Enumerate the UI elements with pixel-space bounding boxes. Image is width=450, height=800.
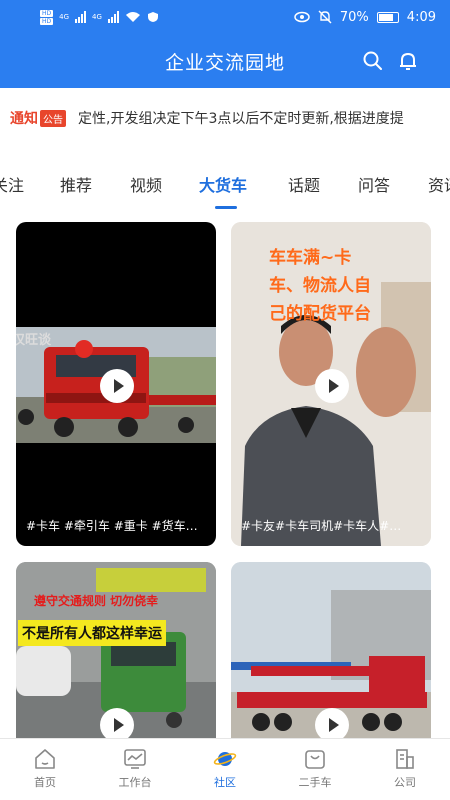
card-overlay-text: 车车满~卡 车、物流人自 己的配货平台	[269, 248, 371, 324]
battery-percent: 70%	[339, 9, 369, 25]
tab-topics[interactable]: 话题	[288, 172, 320, 196]
hd-badge: HD HD	[40, 9, 54, 25]
play-icon[interactable]	[100, 369, 134, 403]
tab-qa[interactable]: 问答	[358, 172, 390, 196]
eye-icon	[294, 11, 310, 23]
video-card[interactable]: 遵守交通规则 切勿侥幸 不是所有人都这样幸运	[16, 562, 216, 738]
notice-badge: 公告	[40, 109, 66, 127]
play-icon[interactable]	[315, 708, 349, 738]
video-card[interactable]: 汉旺谈 #卡车 #牵引车 #重卡 #货车…	[16, 222, 216, 546]
workbench-icon	[124, 749, 146, 769]
category-tabs: 关注 推荐 视频 大货车 话题 问答 资讯	[0, 148, 450, 214]
card-caption: #卡友#卡车司机#卡车人#…	[241, 519, 402, 533]
bell-icon[interactable]	[397, 50, 419, 72]
used-car-icon	[305, 750, 325, 769]
notice-bar[interactable]: 通知 公告 定性,开发组决定下午3点以后不定时更新,根据进度提	[0, 88, 450, 148]
card-headline-text: 不是所有人都这样幸运	[18, 620, 166, 646]
nav-community[interactable]: 社区	[180, 739, 270, 800]
nav-workbench[interactable]: 工作台	[90, 739, 180, 800]
community-planet-icon	[213, 752, 237, 766]
signal-icon	[75, 11, 87, 23]
wifi-icon	[125, 12, 140, 22]
active-tab-indicator	[215, 206, 237, 209]
app-header: HD HD 4G 4G 70% 4:09 企业交流园地	[0, 0, 450, 88]
card-watermark: 汉旺谈	[16, 333, 52, 348]
nav-used-cars[interactable]: 二手车	[270, 739, 360, 800]
battery-icon	[376, 11, 399, 23]
tab-recommend[interactable]: 推荐	[60, 172, 92, 196]
mute-bell-icon	[318, 10, 332, 24]
clock: 4:09	[406, 9, 436, 25]
video-card[interactable]	[231, 562, 431, 738]
tab-trucks[interactable]: 大货车	[199, 172, 247, 196]
network-type-2: 4G	[92, 13, 102, 21]
bottom-nav: 首页 工作台 社区 二手车 公司	[0, 738, 450, 800]
signal-icon-2	[107, 11, 119, 23]
company-icon	[396, 749, 414, 769]
network-type-1: 4G	[59, 13, 70, 21]
nav-company[interactable]: 公司	[360, 739, 450, 800]
tab-video[interactable]: 视频	[130, 172, 162, 196]
shield-icon	[147, 12, 158, 22]
card-caption: #卡车 #牵引车 #重卡 #货车…	[26, 519, 198, 533]
notice-text: 定性,开发组决定下午3点以后不定时更新,根据进度提	[78, 111, 404, 127]
play-icon[interactable]	[100, 708, 134, 738]
video-feed: 汉旺谈 #卡车 #牵引车 #重卡 #货车… 车车满~卡 车、物流人自 己的配货平…	[0, 214, 450, 738]
tab-news[interactable]: 资讯	[428, 172, 450, 196]
card-warning-text: 遵守交通规则 切勿侥幸	[34, 594, 159, 608]
tab-follow[interactable]: 关注	[0, 172, 24, 196]
video-card[interactable]: 车车满~卡 车、物流人自 己的配货平台 #卡友#卡车司机#卡车人#…	[231, 222, 431, 546]
status-bar: HD HD 4G 4G 70% 4:09	[0, 0, 450, 34]
nav-home[interactable]: 首页	[0, 739, 90, 800]
home-icon	[35, 749, 55, 769]
play-icon[interactable]	[315, 369, 349, 403]
search-icon[interactable]	[362, 50, 384, 72]
notice-tag: 通知	[10, 111, 38, 127]
